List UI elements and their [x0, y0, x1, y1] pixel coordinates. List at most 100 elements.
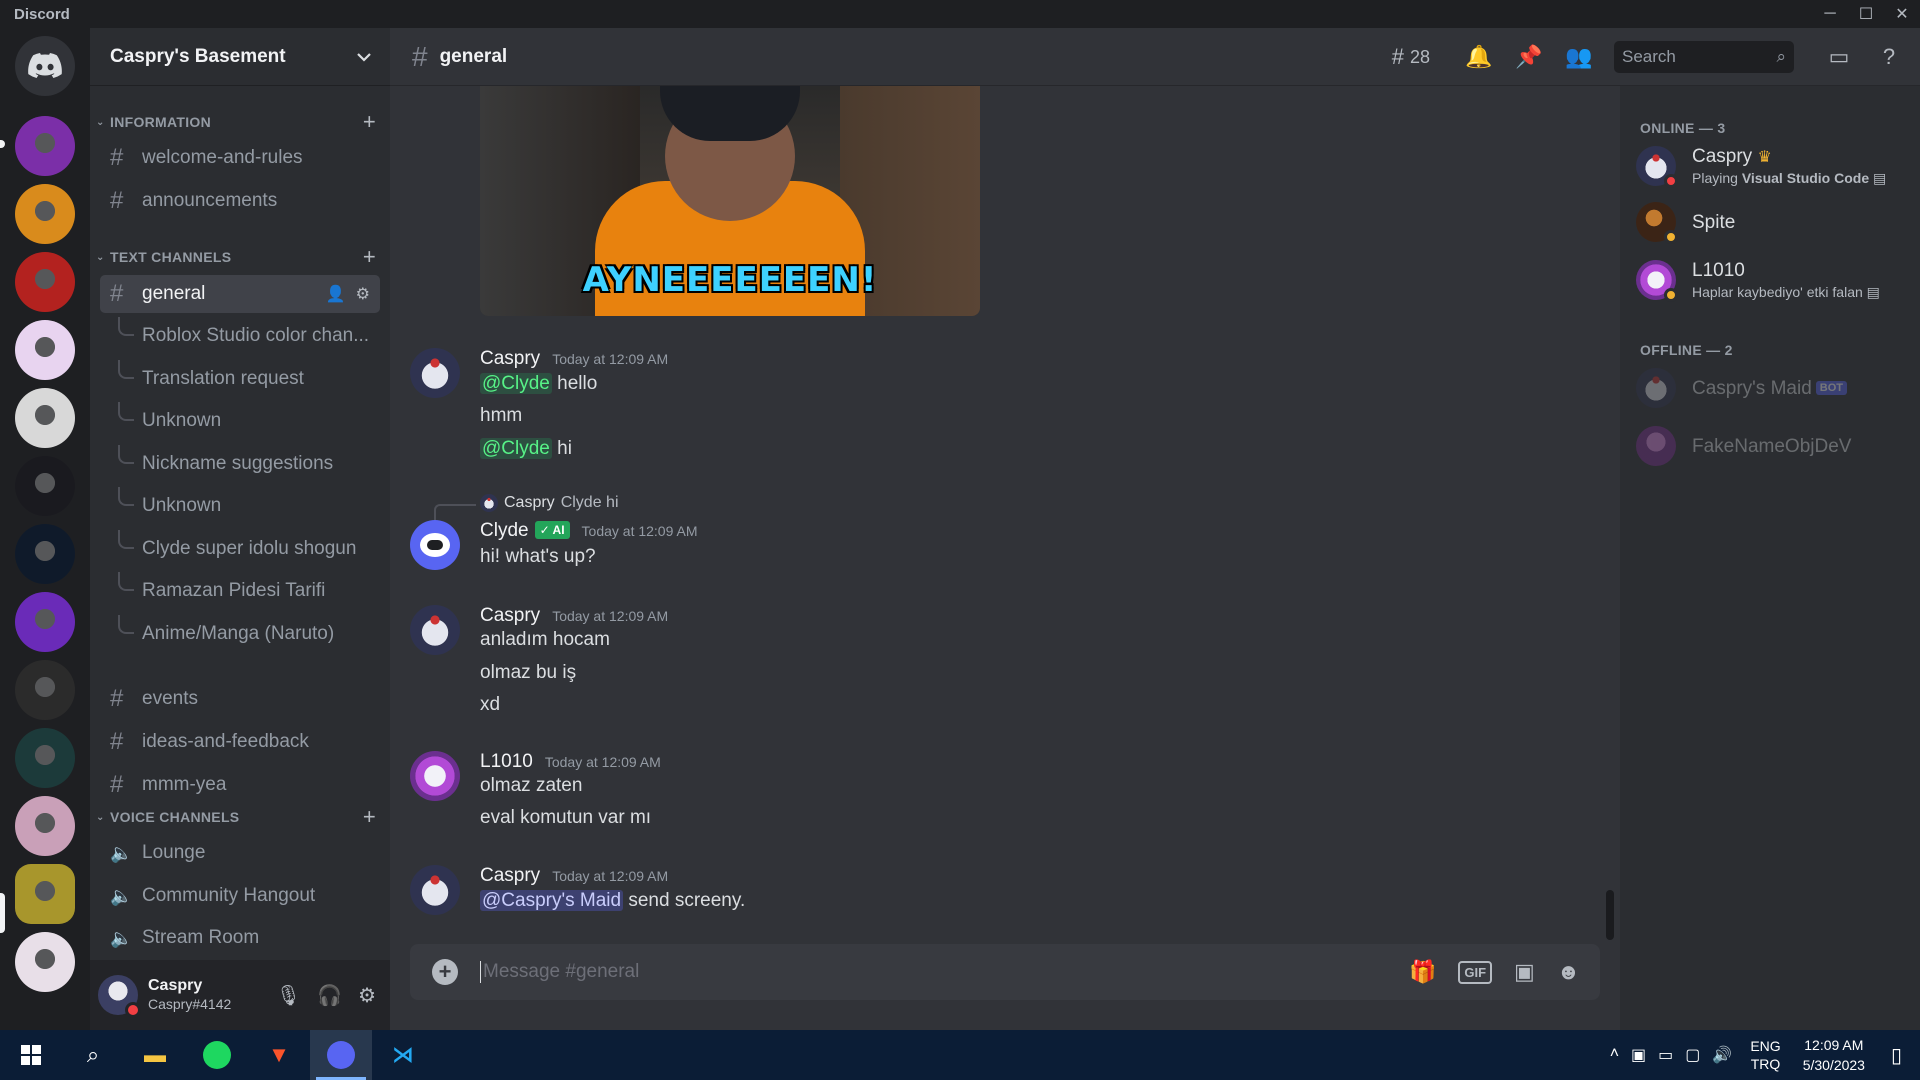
avatar[interactable]: [410, 605, 460, 655]
input-language[interactable]: ENG TRQ: [1750, 1037, 1780, 1073]
member-spite[interactable]: Spite: [1636, 198, 1916, 246]
battery-icon[interactable]: ▭: [1658, 1045, 1673, 1065]
scrollbar[interactable]: [1606, 890, 1614, 940]
server-icon[interactable]: [15, 320, 75, 380]
server-icon[interactable]: [15, 932, 75, 992]
emoji-icon[interactable]: ☻: [1557, 959, 1580, 985]
offline-header: OFFLINE — 2: [1640, 342, 1733, 358]
server-header[interactable]: Caspry's Basement: [90, 28, 390, 86]
category-voice-channels[interactable]: ⌄ VOICE CHANNELS +: [96, 804, 376, 830]
voice-channel-community-hangout[interactable]: 🔈 Community Hangout: [100, 877, 378, 915]
server-icon[interactable]: [15, 184, 75, 244]
message-composer[interactable]: + Message #general 🎁 GIF ▣ ☻: [410, 944, 1600, 1000]
message-author[interactable]: Caspry: [480, 605, 540, 627]
avatar[interactable]: [410, 751, 460, 801]
message-author[interactable]: Caspry: [480, 348, 540, 370]
threads-button[interactable]: # 28: [1392, 37, 1430, 77]
maximize-icon[interactable]: ☐: [1848, 0, 1884, 28]
chevron-down-icon[interactable]: [356, 46, 372, 68]
pin-icon[interactable]: 📌: [1504, 37, 1554, 77]
network-icon[interactable]: ▢: [1685, 1045, 1700, 1065]
member-fakenameobjdev[interactable]: FakeNameObjDeV: [1636, 422, 1916, 470]
channel-announcements[interactable]: # announcements: [100, 182, 378, 220]
add-channel-icon[interactable]: +: [363, 244, 376, 270]
server-icon[interactable]: [15, 524, 75, 584]
add-attachment-icon[interactable]: +: [432, 959, 458, 985]
gear-icon[interactable]: ⚙: [356, 284, 370, 304]
mention[interactable]: @Caspry's Maid: [480, 890, 624, 911]
member-l1010[interactable]: L1010 Haplar kaybediyo' etki falan ▤: [1636, 256, 1916, 304]
thread-item[interactable]: Nickname suggestions: [100, 444, 388, 483]
gif-button[interactable]: GIF: [1458, 960, 1493, 984]
avatar[interactable]: [410, 865, 460, 915]
member-caspry-maid[interactable]: Caspry's Maid BOT: [1636, 364, 1916, 412]
invite-icon[interactable]: 👤: [326, 284, 346, 304]
inbox-icon[interactable]: ▭: [1814, 37, 1864, 77]
reply-preview[interactable]: Caspry Clyde hi: [480, 494, 619, 512]
server-icon[interactable]: [15, 660, 75, 720]
thread-item[interactable]: Unknown: [100, 487, 388, 525]
close-icon[interactable]: ✕: [1884, 0, 1920, 28]
search-icon[interactable]: ⌕: [62, 1030, 124, 1080]
search-input[interactable]: Search ⌕: [1614, 41, 1794, 73]
server-icon[interactable]: [15, 252, 75, 312]
message-author[interactable]: Clyde: [480, 520, 529, 542]
mention[interactable]: @Clyde: [480, 438, 552, 459]
minimize-icon[interactable]: ─: [1812, 0, 1848, 28]
mention[interactable]: @Clyde: [480, 373, 552, 394]
channel-ideas-and-feedback[interactable]: # ideas-and-feedback: [100, 723, 378, 761]
message-author[interactable]: L1010: [480, 751, 533, 773]
chevron-up-icon[interactable]: ˄: [1610, 1045, 1619, 1065]
network-monitor-icon[interactable]: ▣: [1631, 1045, 1646, 1065]
message-author[interactable]: Caspry: [480, 865, 540, 887]
server-icon[interactable]: [15, 388, 75, 448]
file-explorer-icon[interactable]: ▬: [124, 1030, 186, 1080]
spotify-icon[interactable]: [186, 1030, 248, 1080]
thread-item[interactable]: Translation request: [100, 359, 388, 398]
volume-icon[interactable]: 🔊: [1712, 1045, 1732, 1065]
help-icon[interactable]: ?: [1864, 37, 1914, 77]
category-text-channels[interactable]: ⌄ TEXT CHANNELS +: [96, 244, 376, 270]
thread-item[interactable]: Unknown: [100, 402, 388, 440]
thread-item[interactable]: Anime/Manga (Naruto): [100, 614, 388, 653]
discord-taskbar-icon[interactable]: [310, 1030, 372, 1080]
voice-channel-lounge[interactable]: 🔈 Lounge: [100, 834, 378, 872]
channel-welcome-and-rules[interactable]: # welcome-and-rules: [100, 139, 378, 177]
server-icon[interactable]: [15, 728, 75, 788]
server-icon[interactable]: [15, 864, 75, 924]
avatar[interactable]: [410, 348, 460, 398]
gear-icon[interactable]: ⚙: [358, 983, 376, 1008]
add-channel-icon[interactable]: +: [363, 804, 376, 830]
message-input[interactable]: Message #general: [480, 961, 1409, 983]
add-channel-icon[interactable]: +: [363, 109, 376, 135]
channel-events[interactable]: # events: [100, 680, 378, 718]
clock[interactable]: 12:09 AM 5/30/2023: [1803, 1035, 1865, 1075]
member-caspry[interactable]: Caspry ♛ Playing Visual Studio Code ▤: [1636, 142, 1916, 190]
vscode-icon[interactable]: ⋊: [372, 1030, 434, 1080]
server-icon[interactable]: [15, 116, 75, 176]
windows-start-icon[interactable]: [0, 1030, 62, 1080]
gift-icon[interactable]: 🎁: [1409, 959, 1436, 985]
discord-window: Discord ─ ☐ ✕ Caspry's Basement ⌄ INFORM…: [0, 0, 1920, 1080]
mute-mic-icon[interactable]: 🎙: [276, 983, 301, 1008]
channel-mmm-yea[interactable]: # mmm-yea: [100, 766, 378, 804]
gif-embed[interactable]: AYNEEEEEEEN!: [480, 86, 980, 316]
server-icon[interactable]: [15, 456, 75, 516]
thread-item[interactable]: Clyde super idolu shogun: [100, 529, 388, 568]
members-icon[interactable]: 👥: [1554, 37, 1604, 77]
voice-channel-stream-room[interactable]: 🔈 Stream Room: [100, 919, 378, 957]
server-icon[interactable]: [15, 796, 75, 856]
category-information[interactable]: ⌄ INFORMATION +: [96, 109, 376, 135]
headphones-icon[interactable]: 🎧: [317, 983, 342, 1008]
brave-browser-icon[interactable]: ▼: [248, 1030, 310, 1080]
channel-general[interactable]: # general 👤 ⚙: [100, 275, 380, 313]
avatar[interactable]: [410, 520, 460, 570]
server-icon[interactable]: [15, 592, 75, 652]
notification-icon[interactable]: ▯: [1891, 1043, 1902, 1068]
avatar[interactable]: [98, 975, 141, 1018]
thread-item[interactable]: Ramazan Pidesi Tarifi: [100, 572, 388, 610]
bell-icon[interactable]: 🔔: [1454, 37, 1504, 77]
thread-item[interactable]: Roblox Studio color chan...: [100, 317, 388, 355]
sticker-icon[interactable]: ▣: [1514, 959, 1535, 985]
discord-home-button[interactable]: [15, 36, 75, 96]
